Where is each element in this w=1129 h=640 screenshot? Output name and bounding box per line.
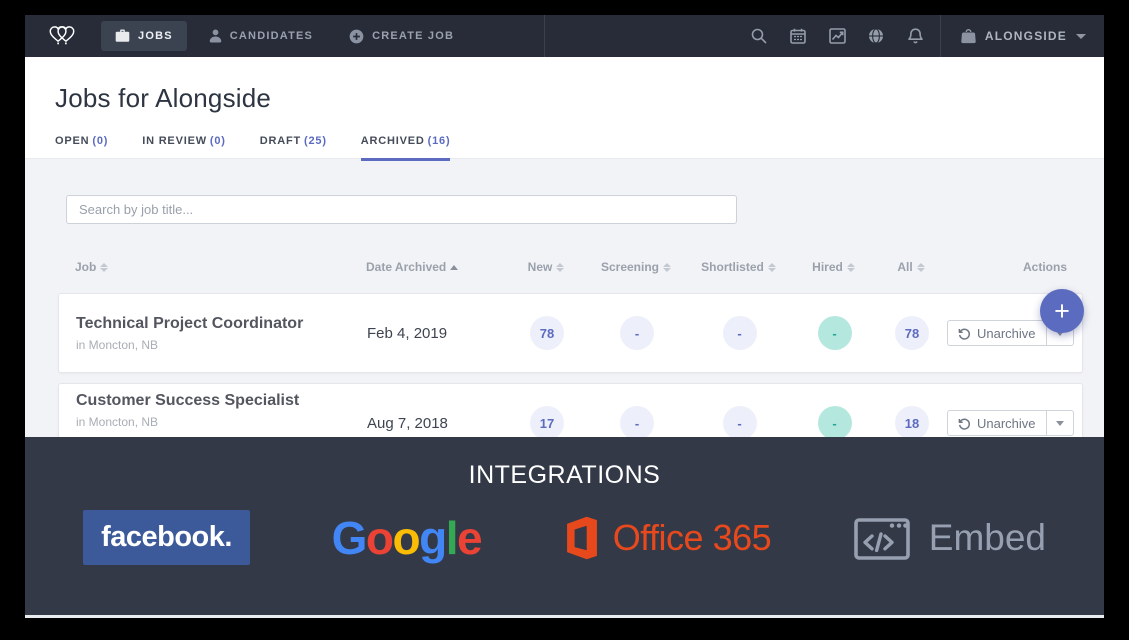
header-date-archived[interactable]: Date Archived: [366, 260, 506, 274]
partially-visible-button[interactable]: [76, 437, 138, 438]
header-job[interactable]: Job: [58, 260, 366, 274]
sort-icon: [847, 263, 855, 272]
google-letter: g: [419, 511, 446, 565]
sort-icon: [917, 263, 925, 272]
all-count-badge[interactable]: 78: [895, 316, 929, 350]
tab-in-review[interactable]: IN REVIEW(0): [142, 135, 226, 161]
alongside-logo[interactable]: [39, 23, 85, 49]
google-letter: o: [393, 511, 420, 565]
screening-count-badge[interactable]: -: [620, 316, 654, 350]
date-archived: Aug 7, 2018: [367, 415, 507, 432]
nav-item-label: JOBS: [138, 30, 173, 42]
date-archived: Feb 4, 2019: [367, 325, 507, 342]
restore-icon: [958, 417, 971, 430]
job-location: in Moncton, NB: [76, 338, 367, 352]
header-new[interactable]: New: [506, 260, 586, 274]
nav-item-label: CREATE JOB: [372, 30, 454, 42]
hired-count-badge[interactable]: -: [818, 406, 852, 437]
jobs-tabs: OPEN(0) IN REVIEW(0) DRAFT(25) ARCHIVED(…: [55, 135, 1074, 161]
sort-asc-icon: [450, 265, 458, 270]
caret-down-icon: [1056, 421, 1064, 426]
new-count-badge[interactable]: 78: [530, 316, 564, 350]
globe-icon[interactable]: [868, 28, 885, 45]
unarchive-button[interactable]: Unarchive: [947, 410, 1047, 436]
embed-code-icon: [853, 514, 911, 562]
sort-icon: [100, 263, 108, 272]
facebook-logo[interactable]: facebook.: [83, 510, 250, 565]
restore-icon: [958, 327, 971, 340]
embed-logo-text: Embed: [929, 517, 1046, 559]
job-location: in Moncton, NB: [76, 415, 367, 429]
header-shortlisted[interactable]: Shortlisted: [686, 260, 791, 274]
tab-open[interactable]: OPEN(0): [55, 135, 108, 161]
header-all[interactable]: All: [876, 260, 946, 274]
app-window: JOBS CANDIDATES CREATE JOB: [25, 15, 1104, 618]
sort-icon: [768, 263, 776, 272]
table-row: Technical Project Coordinator in Moncton…: [58, 293, 1083, 373]
unarchive-button[interactable]: Unarchive: [947, 320, 1047, 346]
bell-icon[interactable]: [907, 28, 924, 45]
google-letter: e: [457, 511, 481, 565]
person-icon: [209, 29, 222, 43]
job-title-link[interactable]: Technical Project Coordinator: [76, 315, 367, 333]
tab-count: (0): [92, 135, 108, 147]
jobs-table: Job Date Archived New Screening Shortlis…: [58, 251, 1083, 437]
account-name: ALONGSIDE: [985, 29, 1067, 43]
account-menu[interactable]: ALONGSIDE: [940, 15, 1086, 57]
integrations-panel: INTEGRATIONS facebook. G o o g l e Offic…: [25, 437, 1104, 617]
page-title: Jobs for Alongside: [55, 83, 1074, 114]
header-screening[interactable]: Screening: [586, 260, 686, 274]
integration-logos: facebook. G o o g l e Office 365: [25, 510, 1104, 565]
search-input[interactable]: [66, 195, 737, 224]
top-navbar: JOBS CANDIDATES CREATE JOB: [25, 15, 1104, 57]
briefcase-icon: [115, 29, 130, 43]
nav-item-label: CANDIDATES: [230, 30, 313, 42]
page-header: Jobs for Alongside OPEN(0) IN REVIEW(0) …: [25, 57, 1104, 159]
company-bag-icon: [961, 28, 976, 44]
google-letter: G: [332, 511, 366, 565]
table-row: Customer Success Specialist in Moncton, …: [58, 383, 1083, 437]
add-job-button[interactable]: +: [1040, 289, 1084, 333]
archived-jobs-content: + Job Date Archived New Screening Shortl…: [25, 159, 1104, 437]
nav-item-jobs[interactable]: JOBS: [101, 21, 187, 51]
navbar-divider: [544, 15, 545, 57]
sort-icon: [556, 263, 564, 272]
screening-count-badge[interactable]: -: [620, 406, 654, 437]
table-header-row: Job Date Archived New Screening Shortlis…: [58, 251, 1083, 283]
calendar-icon[interactable]: [790, 28, 807, 45]
office365-icon: [563, 516, 601, 560]
job-title-link[interactable]: Customer Success Specialist: [76, 392, 367, 410]
chevron-down-icon: [1076, 34, 1086, 39]
nav-item-create-job[interactable]: CREATE JOB: [335, 21, 468, 51]
header-actions: Actions: [946, 260, 1083, 274]
utility-icons: [751, 28, 924, 45]
integrations-title: INTEGRATIONS: [25, 461, 1104, 490]
embed-logo[interactable]: Embed: [853, 514, 1046, 562]
office365-logo[interactable]: Office 365: [563, 516, 771, 560]
shortlisted-count-badge[interactable]: -: [723, 316, 757, 350]
header-hired[interactable]: Hired: [791, 260, 876, 274]
google-letter: l: [446, 511, 457, 565]
tab-count: (0): [210, 135, 226, 147]
plus-circle-icon: [349, 29, 364, 44]
hired-count-badge[interactable]: -: [818, 316, 852, 350]
search-icon[interactable]: [751, 28, 768, 45]
tab-count: (16): [428, 135, 451, 147]
sort-icon: [663, 263, 671, 272]
shortlisted-count-badge[interactable]: -: [723, 406, 757, 437]
google-letter: o: [366, 511, 393, 565]
tab-count: (25): [304, 135, 327, 147]
google-logo[interactable]: G o o g l e: [332, 511, 481, 565]
facebook-logo-text: facebook.: [101, 521, 232, 554]
unarchive-split-button: Unarchive: [947, 410, 1074, 436]
tab-archived[interactable]: ARCHIVED(16): [361, 135, 451, 161]
all-count-badge[interactable]: 18: [895, 406, 929, 437]
hearts-logo-icon: [47, 23, 77, 49]
tab-draft[interactable]: DRAFT(25): [260, 135, 327, 161]
unarchive-dropdown-toggle[interactable]: [1047, 410, 1074, 436]
chart-icon[interactable]: [829, 28, 846, 45]
office365-logo-text: Office 365: [613, 517, 771, 559]
new-count-badge[interactable]: 17: [530, 406, 564, 437]
nav-item-candidates[interactable]: CANDIDATES: [195, 21, 327, 51]
